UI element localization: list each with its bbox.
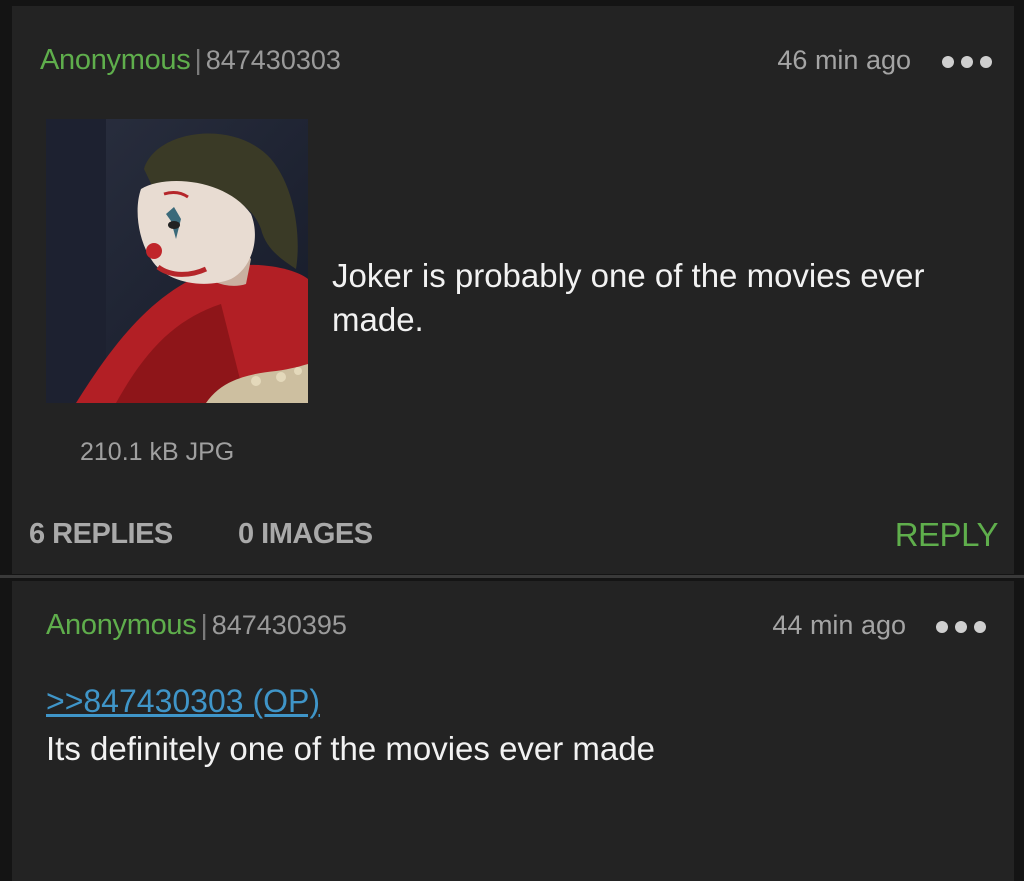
op-author-name[interactable]: Anonymous <box>40 44 191 76</box>
op-post-card: Anonymous | 847430303 46 min ago Joker i… <box>12 6 1014 574</box>
op-post-id[interactable]: 847430303 <box>206 45 341 75</box>
reply-button[interactable]: REPLY <box>895 516 999 554</box>
op-header: Anonymous | 847430303 <box>40 44 341 77</box>
joker-thumbnail-graphic <box>46 119 308 403</box>
more-options-icon[interactable] <box>942 56 996 70</box>
reply-post-text: Its definitely one of the movies ever ma… <box>46 730 655 767</box>
op-timestamp: 46 min ago <box>777 45 911 75</box>
reply-header-separator: | <box>200 609 208 640</box>
images-count-button[interactable]: 0 IMAGES <box>238 518 373 551</box>
reply-author-name[interactable]: Anonymous <box>46 609 197 641</box>
op-header-separator: | <box>194 44 202 75</box>
post-divider <box>0 575 1024 578</box>
op-file-info: 210.1 kB JPG <box>80 438 235 466</box>
op-post-text: Joker is probably one of the movies ever… <box>332 257 925 338</box>
more-options-icon[interactable] <box>936 621 990 635</box>
reply-post-id[interactable]: 847430395 <box>212 610 347 640</box>
reply-header: Anonymous | 847430395 <box>46 609 347 642</box>
replies-count-button[interactable]: 6 REPLIES <box>29 518 173 551</box>
op-quote-link[interactable]: >>847430303 (OP) <box>46 683 320 720</box>
op-thumbnail-image[interactable] <box>46 119 308 403</box>
reply-post-card: Anonymous | 847430395 44 min ago >>8474303… <box>12 581 1014 881</box>
reply-timestamp: 44 min ago <box>772 610 906 640</box>
